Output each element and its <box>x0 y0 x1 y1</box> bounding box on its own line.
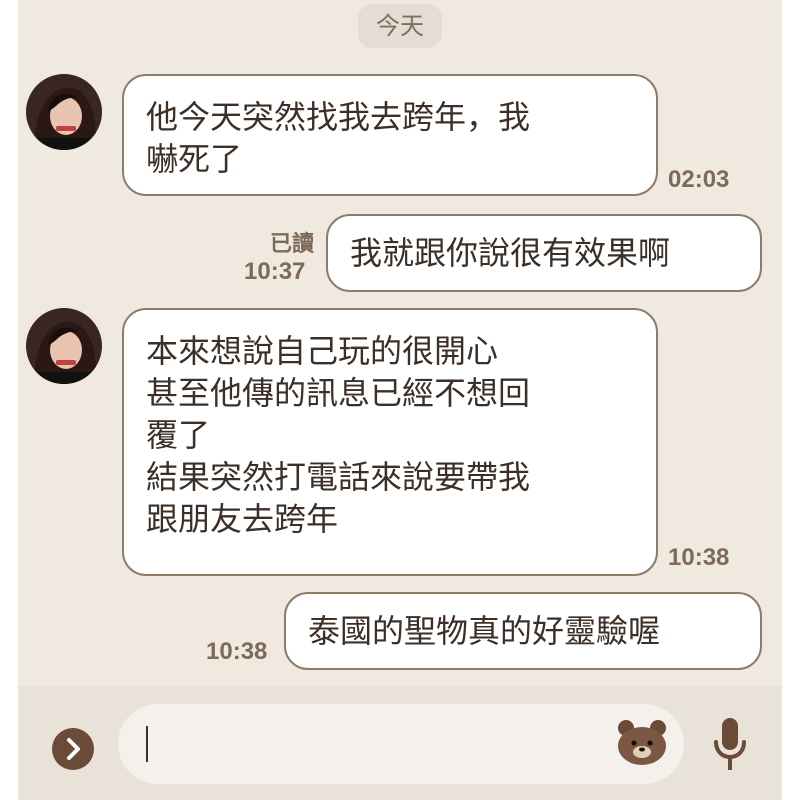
incoming-message[interactable]: 他今天突然找我去跨年，我 嚇死了 <box>122 74 658 196</box>
message-time: 10:38 <box>206 638 268 665</box>
sticker-button[interactable] <box>616 718 668 766</box>
incoming-message[interactable]: 本來想說自己玩的很開心 甚至他傳的訊息已經不想回 覆了 結果突然打電話來說要帶我… <box>122 308 658 576</box>
avatar-photo <box>26 74 102 150</box>
outgoing-message[interactable]: 泰國的聖物真的好靈驗喔 <box>284 592 762 670</box>
expand-menu-button[interactable] <box>52 728 94 770</box>
message-time: 02:03 <box>668 166 730 193</box>
bear-sticker-icon <box>618 720 666 765</box>
contact-avatar[interactable] <box>26 308 102 384</box>
message-input[interactable] <box>118 704 684 784</box>
chat-area: 今天 他今天突然找我去跨年，我 嚇死了 02:03 已讀 10:37 我就跟你說… <box>18 0 782 686</box>
microphone-icon <box>714 718 746 770</box>
read-receipt: 已讀 <box>269 232 314 257</box>
outgoing-message[interactable]: 我就跟你說很有效果啊 <box>326 214 762 292</box>
date-divider: 今天 <box>358 4 442 48</box>
message-input-bar <box>18 686 782 800</box>
text-caret <box>146 726 148 762</box>
contact-avatar[interactable] <box>26 74 102 150</box>
voice-input-button[interactable] <box>710 714 750 776</box>
chevron-right-icon <box>67 738 80 760</box>
message-time: 10:38 <box>668 544 730 571</box>
message-time: 10:37 <box>244 258 306 285</box>
avatar-photo <box>26 308 102 384</box>
